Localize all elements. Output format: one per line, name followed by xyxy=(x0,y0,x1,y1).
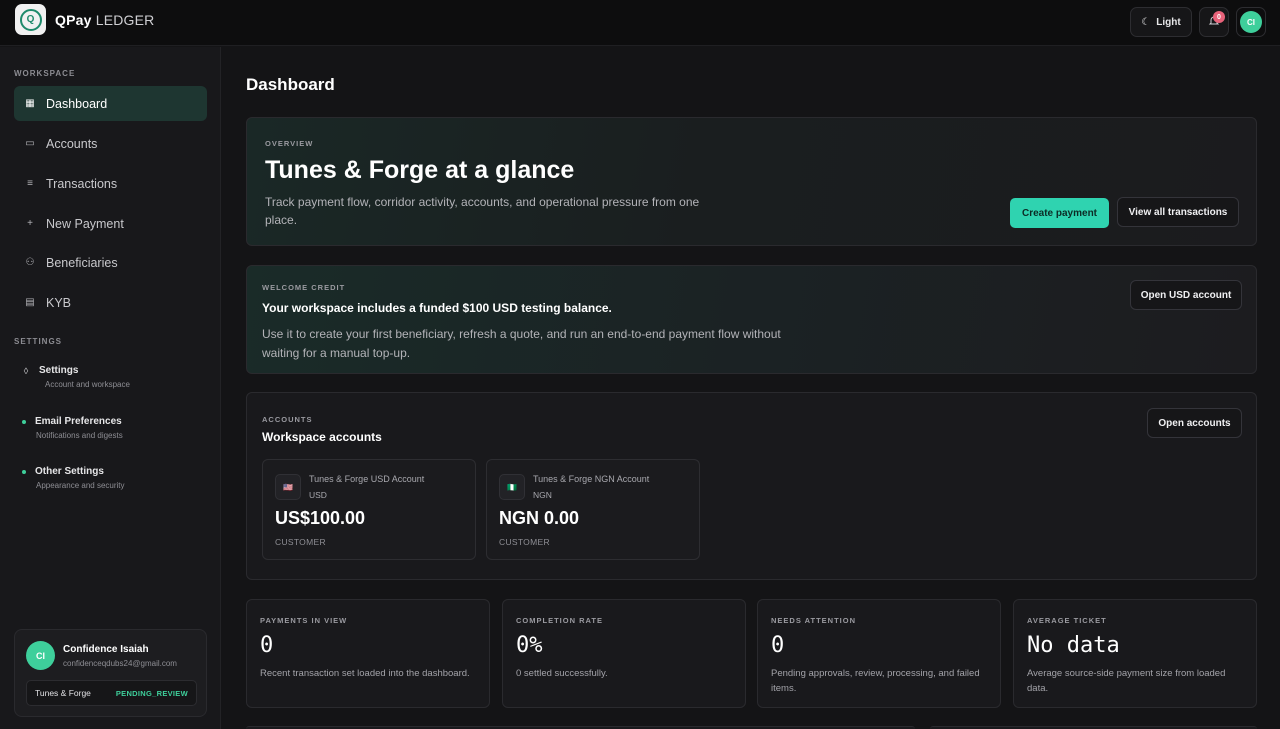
sidebar-item-label: New Payment xyxy=(46,216,124,231)
notification-badge: 0 xyxy=(1213,11,1225,23)
sidebar-item-other-settings[interactable]: Other Settings Appearance and security xyxy=(22,466,125,490)
document-icon: ▤ xyxy=(25,297,35,308)
stat-label: NEEDS ATTENTION xyxy=(771,616,857,625)
overview-eyebrow: OVERVIEW xyxy=(265,139,314,148)
overview-description: Track payment flow, corridor activity, a… xyxy=(265,195,700,227)
moon-icon: ☾ xyxy=(1141,16,1151,28)
page-title: Dashboard xyxy=(246,75,335,94)
overview-title: Tunes & Forge at a glance xyxy=(265,156,575,184)
top-bar: Q QPay LEDGER ☾ Light 0 CI xyxy=(0,0,1280,46)
workspace-section-label: WORKSPACE xyxy=(14,69,76,78)
sidebar-item-label: Dashboard xyxy=(46,96,108,111)
account-balance: US$100.00 xyxy=(275,508,366,528)
stat-description: 0 settled successfully. xyxy=(516,668,608,679)
status-badge: PENDING_REVIEW xyxy=(115,688,188,698)
sidebar: WORKSPACE ▦ Dashboard ▭ Accounts ≡ Trans… xyxy=(0,47,221,729)
theme-toggle-button[interactable]: ☾ Light xyxy=(1130,7,1192,37)
brand-sub: LEDGER xyxy=(95,12,155,28)
open-usd-account-button[interactable]: Open USD account xyxy=(1130,280,1242,310)
account-currency: NGN xyxy=(533,490,552,500)
stat-description: Recent transaction set loaded into the d… xyxy=(260,668,470,679)
user-plus-icon: ⚇ xyxy=(25,257,35,268)
stat-card-payments-in-view: PAYMENTS IN VIEW 0 Recent transaction se… xyxy=(246,599,490,708)
settings-item-subtitle: Notifications and digests xyxy=(36,431,123,440)
settings-item-subtitle: Appearance and security xyxy=(36,481,125,490)
user-avatar-button[interactable]: CI xyxy=(1236,7,1266,37)
settings-item-title: Email Preferences xyxy=(35,416,122,427)
user-profile-card[interactable]: CI Confidence Isaiah confidenceqdubs24@g… xyxy=(14,629,207,717)
sidebar-item-label: KYB xyxy=(46,295,72,310)
user-name: Confidence Isaiah xyxy=(63,644,149,655)
account-type: CUSTOMER xyxy=(499,537,550,547)
account-name: Tunes & Forge NGN Account xyxy=(533,474,650,484)
sidebar-item-settings[interactable]: ◊ Settings Account and workspace xyxy=(22,365,130,389)
stat-card-average-ticket: AVERAGE TICKET No data Average source-si… xyxy=(1013,599,1257,708)
sidebar-item-kyb[interactable]: ▤ KYB xyxy=(14,285,207,320)
theme-toggle-label: Light xyxy=(1156,16,1181,28)
sidebar-item-new-payment[interactable]: + New Payment xyxy=(14,206,207,241)
open-accounts-button[interactable]: Open accounts xyxy=(1147,408,1242,438)
wallet-icon: ▭ xyxy=(25,138,35,149)
stat-value: 0 xyxy=(260,633,274,658)
accounts-title: Workspace accounts xyxy=(262,430,382,444)
plus-icon: + xyxy=(27,218,33,229)
brand-main: QPay xyxy=(55,12,92,28)
settings-item-subtitle: Account and workspace xyxy=(45,380,130,389)
account-currency: USD xyxy=(309,490,327,500)
welcome-description: Use it to create your first beneficiary,… xyxy=(262,327,781,360)
settings-icon: ◊ xyxy=(23,365,29,376)
account-balance: NGN 0.00 xyxy=(499,508,580,528)
bullet-dot-icon xyxy=(22,469,26,474)
bullet-dot-icon xyxy=(22,419,26,424)
account-name: Tunes & Forge USD Account xyxy=(309,474,425,484)
app-logo[interactable]: Q xyxy=(15,4,46,35)
stat-card-needs-attention: NEEDS ATTENTION 0 Pending approvals, rev… xyxy=(757,599,1001,708)
user-email: confidenceqdubs24@gmail.com xyxy=(63,659,177,668)
sidebar-item-label: Transactions xyxy=(46,176,118,191)
stat-label: COMPLETION RATE xyxy=(516,616,603,625)
sidebar-item-email-preferences[interactable]: Email Preferences Notifications and dige… xyxy=(22,416,123,440)
account-tile-usd[interactable]: 🇺🇸 Tunes & Forge USD Account USD US$100.… xyxy=(262,459,476,560)
stat-card-completion-rate: COMPLETION RATE 0% 0 settled successfull… xyxy=(502,599,746,708)
stat-description: Average source-side payment size from lo… xyxy=(1027,668,1226,694)
sidebar-item-dashboard[interactable]: ▦ Dashboard xyxy=(14,86,207,121)
sidebar-item-label: Beneficiaries xyxy=(46,255,118,270)
account-type: CUSTOMER xyxy=(275,537,326,547)
stat-value: 0 xyxy=(771,633,785,658)
ng-flag-icon: 🇳🇬 xyxy=(499,474,525,500)
us-flag-icon: 🇺🇸 xyxy=(275,474,301,500)
stat-label: AVERAGE TICKET xyxy=(1027,616,1107,625)
view-all-transactions-button[interactable]: View all transactions xyxy=(1117,197,1239,227)
sidebar-item-label: Accounts xyxy=(46,136,98,151)
account-tile-ngn[interactable]: 🇳🇬 Tunes & Forge NGN Account NGN NGN 0.0… xyxy=(486,459,700,560)
avatar-initials: CI xyxy=(1240,11,1262,33)
welcome-title: Your workspace includes a funded $100 US… xyxy=(262,301,612,315)
settings-section-label: SETTINGS xyxy=(14,337,63,346)
notifications-button[interactable]: 0 xyxy=(1199,7,1229,37)
sidebar-item-accounts[interactable]: ▭ Accounts xyxy=(14,126,207,161)
stat-value: 0% xyxy=(516,633,543,658)
stat-label: PAYMENTS IN VIEW xyxy=(260,616,348,625)
logo-icon: Q xyxy=(19,8,42,31)
welcome-eyebrow: WELCOME CREDIT xyxy=(262,283,346,292)
settings-item-title: Settings xyxy=(39,365,79,376)
organization-name: Tunes & Forge xyxy=(35,688,91,698)
brand-name: QPay LEDGER xyxy=(55,12,154,28)
dashboard-icon: ▦ xyxy=(25,98,35,109)
settings-item-title: Other Settings xyxy=(35,466,104,477)
create-payment-button[interactable]: Create payment xyxy=(1010,198,1109,228)
sidebar-item-beneficiaries[interactable]: ⚇ Beneficiaries xyxy=(14,245,207,280)
sidebar-item-transactions[interactable]: ≡ Transactions xyxy=(14,166,207,201)
stat-value: No data xyxy=(1027,633,1120,658)
list-icon: ≡ xyxy=(27,178,33,189)
accounts-card: ACCOUNTS Workspace accounts Open account… xyxy=(246,392,1257,580)
avatar: CI xyxy=(26,641,55,670)
accounts-eyebrow: ACCOUNTS xyxy=(262,415,313,424)
stat-description: Pending approvals, review, processing, a… xyxy=(771,668,980,694)
organization-switcher[interactable]: Tunes & Forge PENDING_REVIEW xyxy=(26,680,197,706)
overview-card: OVERVIEW Tunes & Forge at a glance Track… xyxy=(246,117,1257,246)
welcome-credit-card: WELCOME CREDIT Your workspace includes a… xyxy=(246,265,1257,374)
